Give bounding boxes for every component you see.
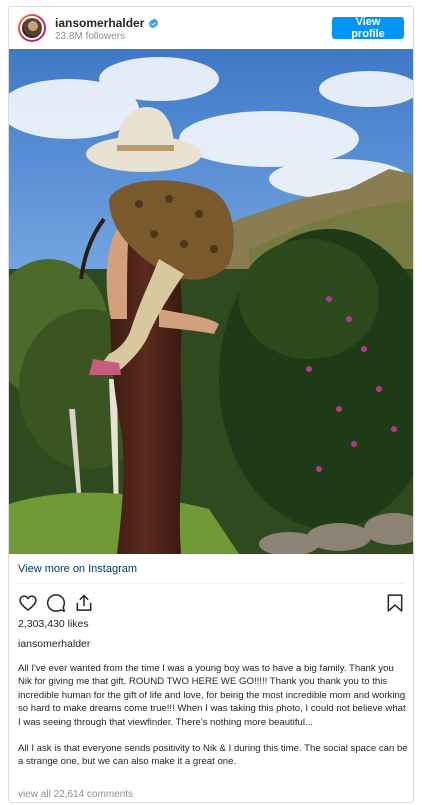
bookmark-icon [387, 594, 403, 612]
post-header: iansomerhalder 23.8M followers View prof… [9, 7, 413, 49]
caption-paragraph: All I ask is that everyone sends positiv… [18, 743, 408, 768]
avatar[interactable] [18, 14, 46, 42]
save-button[interactable] [385, 593, 405, 618]
username-link[interactable]: iansomerhalder [55, 16, 144, 30]
post-photo[interactable] [9, 49, 413, 554]
action-bar [18, 593, 94, 613]
view-more-link[interactable]: View more on Instagram [18, 563, 137, 575]
post-caption: All I've ever wanted from the time I was… [18, 662, 408, 782]
comment-bubble-icon[interactable] [46, 593, 66, 613]
follower-count: 23.8M followers [55, 31, 126, 42]
share-icon[interactable] [74, 593, 94, 613]
heart-icon[interactable] [18, 593, 38, 613]
caption-paragraph: All I've ever wanted from the time I was… [18, 663, 406, 728]
view-comments-link[interactable]: view all 22,614 comments [18, 789, 133, 800]
username-row: iansomerhalder [55, 16, 159, 30]
avatar-image [22, 18, 42, 38]
divider [18, 583, 404, 584]
caption-author[interactable]: iansomerhalder [18, 638, 90, 650]
instagram-embed-card: iansomerhalder 23.8M followers View prof… [8, 6, 414, 803]
verified-badge-icon [149, 17, 159, 29]
view-profile-button[interactable]: View profile [332, 16, 404, 40]
like-count: 2,303,430 likes [18, 618, 89, 630]
